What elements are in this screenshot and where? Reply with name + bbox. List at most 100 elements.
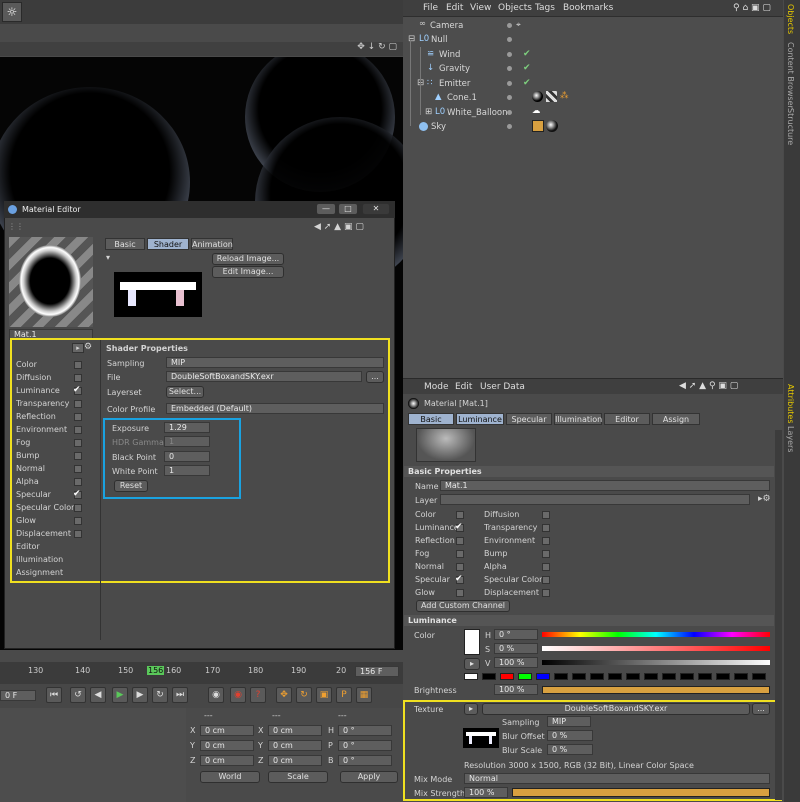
channel-color[interactable]: Color	[16, 360, 37, 369]
channel-checkbox[interactable]	[74, 361, 82, 369]
color-preset-swatch[interactable]	[662, 673, 676, 680]
sampling-select[interactable]: MIP	[166, 357, 384, 368]
maximize-button[interactable]: □	[338, 203, 358, 215]
material-tag-icon[interactable]	[532, 91, 543, 102]
param-icon[interactable]: P	[336, 687, 352, 703]
channel-bump[interactable]: Bump	[16, 451, 39, 460]
collapse-icon[interactable]: ⊞	[425, 107, 432, 117]
coord-field[interactable]: 0 °	[338, 725, 392, 736]
saturation-field[interactable]: 0 %	[494, 643, 538, 654]
tab-structure[interactable]: Structure	[786, 108, 795, 145]
color-preset-swatch[interactable]	[752, 673, 766, 680]
coord-field[interactable]: 0 °	[338, 755, 392, 766]
channel-assignment[interactable]: Assignment	[16, 568, 63, 577]
channel-checkbox[interactable]	[74, 504, 82, 512]
channel-checkbox[interactable]	[74, 517, 82, 525]
texture-browse-button[interactable]: ...	[752, 703, 770, 715]
material-preview[interactable]	[9, 237, 93, 327]
channel-glow[interactable]: Glow	[16, 516, 36, 525]
world-dropdown[interactable]: World	[200, 771, 260, 783]
color-preset-swatch[interactable]	[680, 673, 694, 680]
color-preset-swatch[interactable]	[644, 673, 658, 680]
channel-checkbox[interactable]	[542, 576, 550, 584]
channel-fog[interactable]: Fog	[16, 438, 30, 447]
texture-arrow-button[interactable]: ▸	[464, 703, 478, 715]
prev-frame-icon[interactable]: ◀	[90, 687, 106, 703]
sampling-select[interactable]: MIP	[547, 716, 591, 727]
color-preset-swatch[interactable]	[734, 673, 748, 680]
tab-content-browser[interactable]: Content Browser	[786, 42, 795, 109]
coord-field[interactable]: 0 cm	[200, 725, 254, 736]
file-field[interactable]: DoubleSoftBoxandSKY.exr	[166, 371, 362, 382]
coord-field[interactable]: 0 cm	[268, 740, 322, 751]
color-preset-swatch[interactable]	[464, 673, 478, 680]
edit-image-button[interactable]: Edit Image...	[212, 266, 284, 278]
channel-glow[interactable]: Glow	[415, 588, 435, 597]
material-tag-icon[interactable]	[546, 120, 558, 132]
channel-checkbox[interactable]	[74, 400, 82, 408]
channel-reflection[interactable]: Reflection	[16, 412, 56, 421]
coord-field[interactable]: 0 cm	[200, 755, 254, 766]
color-preset-swatch[interactable]	[500, 673, 514, 680]
current-frame-field[interactable]: 156 F	[355, 666, 399, 677]
hue-slider[interactable]	[542, 632, 770, 637]
color-swatch[interactable]	[464, 629, 480, 655]
nav-arrows-icon[interactable]: ◀ ➚ ▲ ▣ ▢	[314, 222, 364, 232]
go-end-icon[interactable]: ⏭	[172, 687, 188, 703]
channel-checkbox[interactable]	[542, 550, 550, 558]
channel-diffusion[interactable]: Diffusion	[484, 510, 519, 519]
attributes-scrollbar[interactable]	[775, 430, 782, 800]
lightbulb-icon[interactable]: ☼	[2, 2, 22, 22]
menu-mode[interactable]: Mode	[424, 382, 449, 392]
color-preset-swatch[interactable]	[698, 673, 712, 680]
menu-view[interactable]: View	[470, 3, 491, 13]
color-preset-swatch[interactable]	[518, 673, 532, 680]
channel-fog[interactable]: Fog	[415, 549, 429, 558]
timeline-playhead[interactable]: 156	[147, 666, 165, 675]
brightness-slider-track[interactable]	[542, 686, 770, 694]
white-point-field[interactable]: 1	[164, 465, 210, 476]
particle-tag-icon[interactable]: ⁂	[560, 91, 569, 101]
color-preset-swatch[interactable]	[482, 673, 496, 680]
channel-checkbox[interactable]	[74, 413, 82, 421]
channel-checkbox[interactable]	[456, 537, 464, 545]
tab-basic[interactable]: Basic	[105, 238, 145, 250]
add-custom-channel-button[interactable]: Add Custom Channel	[416, 600, 510, 612]
color-preset-swatch[interactable]	[572, 673, 586, 680]
layerset-select-button[interactable]: Select...	[166, 386, 204, 398]
help-icon[interactable]: ?	[250, 687, 266, 703]
menu-bookmarks[interactable]: Bookmarks	[563, 3, 613, 13]
channel-checkbox[interactable]	[542, 524, 550, 532]
value-slider[interactable]	[542, 660, 770, 665]
channel-diffusion[interactable]: Diffusion	[16, 373, 51, 382]
texture-tag-icon[interactable]	[532, 120, 544, 132]
coord-field[interactable]: 0 cm	[268, 755, 322, 766]
channel-checkbox[interactable]	[74, 426, 82, 434]
next-key-icon[interactable]: ↻	[152, 687, 168, 703]
material-preview-thumb[interactable]	[416, 428, 476, 462]
file-browse-button[interactable]: ...	[366, 371, 384, 383]
color-preset-swatch[interactable]	[626, 673, 640, 680]
color-preset-swatch[interactable]	[590, 673, 604, 680]
menu-edit[interactable]: Edit	[455, 382, 472, 392]
tab-assign[interactable]: Assign	[652, 413, 700, 425]
move-icon[interactable]: ✥	[276, 687, 292, 703]
blur-scale-field[interactable]: 0 %	[547, 744, 593, 755]
texture-tag-icon[interactable]	[546, 91, 557, 102]
color-preset-swatch[interactable]	[608, 673, 622, 680]
channel-displacement[interactable]: Displacement	[16, 529, 71, 538]
channel-checkbox[interactable]	[542, 537, 550, 545]
channel-checkbox[interactable]	[456, 550, 464, 558]
tab-illumination[interactable]: Illumination	[554, 413, 602, 425]
channel-checkbox[interactable]	[456, 511, 464, 519]
tab-animation[interactable]: Animation	[191, 238, 233, 250]
mix-strength-field[interactable]: 100 %	[464, 787, 508, 798]
menu-file[interactable]: File	[423, 3, 438, 13]
nav-arrows-icon[interactable]: ◀ ➚ ▲ ⚲ ▣ ▢	[679, 381, 738, 391]
tab-editor[interactable]: Editor	[604, 413, 650, 425]
coord-field[interactable]: 0 cm	[200, 740, 254, 751]
black-point-field[interactable]: 0	[164, 451, 210, 462]
channel-checkbox[interactable]	[456, 589, 464, 597]
channel-specular[interactable]: Specular	[415, 575, 450, 584]
color-profile-select[interactable]: Embedded (Default)	[166, 403, 384, 414]
